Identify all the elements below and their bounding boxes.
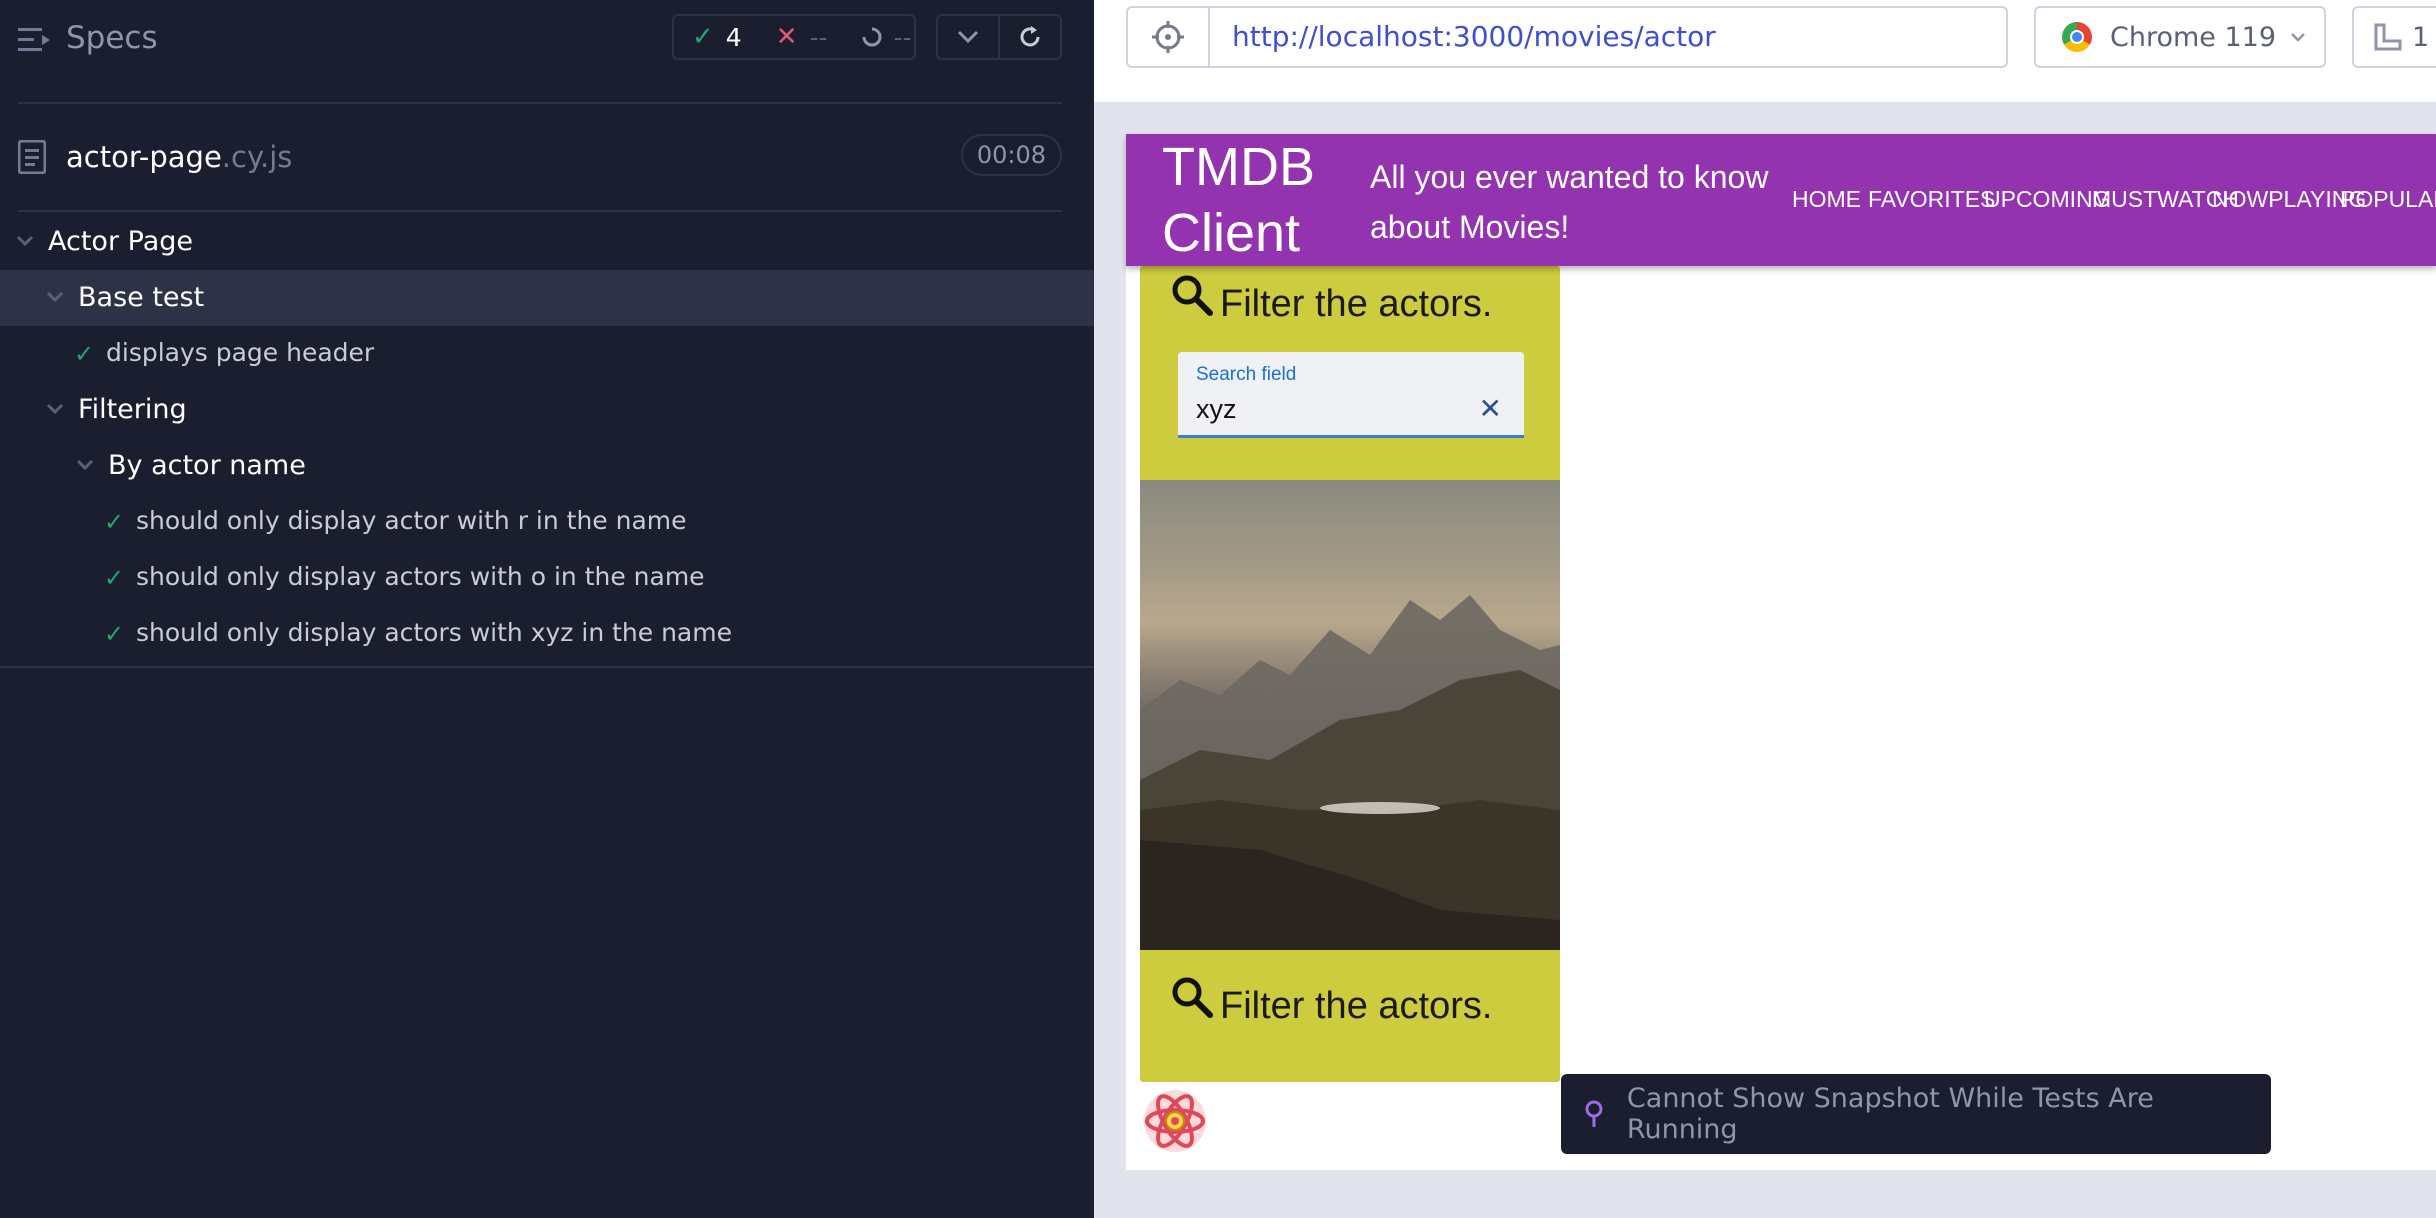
passed-count: 4: [725, 22, 742, 52]
chevron-down-icon: [76, 459, 94, 471]
x-icon: ✕: [775, 22, 798, 52]
selector-playground-button[interactable]: [1126, 6, 1208, 68]
search-icon: [1172, 977, 1213, 1018]
chevron-down-icon: [16, 235, 34, 247]
chevron-down-icon: [46, 403, 64, 415]
app-tagline: All you ever wanted to know about Movies…: [1370, 159, 1769, 245]
browser-label: Chrome 119: [2110, 21, 2277, 53]
app-frame: TMDB Client All you ever wanted to know …: [1126, 134, 2436, 1170]
check-icon: ✓: [104, 564, 125, 592]
failed-stat: ✕ --: [776, 22, 828, 52]
filter-header-2: Filter the actors.: [1170, 976, 1492, 1036]
check-icon: ✓: [104, 508, 125, 536]
test-row[interactable]: ✓ should only display actors with o in t…: [0, 550, 1094, 606]
specs-list-icon[interactable]: [18, 26, 52, 54]
divider: [18, 210, 1062, 212]
pending-count: --: [893, 22, 912, 52]
chevron-down-icon: [957, 30, 979, 44]
divider: [0, 666, 1094, 668]
refresh-icon: [1020, 26, 1040, 47]
tree-label: Base test: [78, 282, 205, 313]
search-input[interactable]: [1196, 392, 1466, 426]
check-icon: ✓: [692, 22, 714, 52]
nav-favorites[interactable]: FAVORITES: [1868, 186, 1995, 213]
runner-controls: [936, 14, 1062, 60]
test-row[interactable]: ✓ should only display actor with r in th…: [0, 494, 1094, 550]
filter-title-2: Filter the actors.: [1220, 984, 1493, 1027]
reporter-panel: Specs ✓ 4 ✕ -- -- actor-page.cy.js 00:08…: [0, 0, 1094, 1218]
rerun-button[interactable]: [1000, 16, 1060, 58]
url-bar[interactable]: http://localhost:3000/movies/actor: [1208, 6, 2008, 68]
divider: [18, 102, 1062, 104]
passed-stat: ✓ 4: [692, 22, 742, 52]
ruler-icon: [2374, 23, 2402, 51]
tree-label: should only display actors with xyz in t…: [136, 618, 732, 647]
pending-stat: --: [862, 23, 912, 52]
spec-file-row[interactable]: actor-page.cy.js 00:08: [18, 132, 1062, 182]
tree-label: should only display actor with r in the …: [136, 506, 687, 535]
react-query-devtools-icon[interactable]: [1142, 1088, 1208, 1154]
filter-card: Filter the actors. Search field ✕: [1140, 266, 1560, 1082]
viewport-info[interactable]: 1: [2352, 6, 2436, 68]
spec-file-name: actor-page.cy.js: [66, 140, 292, 174]
suite-by-actor-name[interactable]: By actor name: [0, 438, 1094, 494]
spec-file-basename: actor-page: [66, 140, 222, 174]
nav-popular[interactable]: POPULAR: [2340, 186, 2436, 213]
test-stats: ✓ 4 ✕ -- --: [672, 14, 916, 60]
test-row[interactable]: ✓ should only display actors with xyz in…: [0, 606, 1094, 662]
check-icon: ✓: [74, 340, 95, 368]
tree-label: Actor Page: [48, 226, 193, 257]
tree-label: displays page header: [106, 338, 375, 367]
search-label: Search field: [1196, 364, 1297, 385]
pending-icon: [862, 27, 882, 47]
filter-title: Filter the actors.: [1220, 282, 1493, 325]
reporter-header: Specs ✓ 4 ✕ -- --: [0, 0, 1094, 80]
specs-title[interactable]: Specs: [66, 20, 158, 56]
aut-panel: http://localhost:3000/movies/actor Chrom…: [1094, 0, 2436, 1218]
browser-selector[interactable]: Chrome 119: [2034, 6, 2326, 68]
search-icon: [1172, 275, 1213, 316]
tree-label: Filtering: [78, 394, 187, 425]
failed-count: --: [809, 22, 828, 52]
tree-label: should only display actors with o in the…: [136, 562, 705, 591]
tree-label: By actor name: [108, 450, 306, 481]
duration-badge: 00:08: [960, 134, 1062, 176]
app-brand: TMDB Client: [1162, 137, 1315, 263]
filter-header: Filter the actors.: [1170, 274, 1492, 334]
mountain-landscape-image: [1140, 595, 1560, 950]
suite-filtering[interactable]: Filtering: [0, 382, 1094, 438]
clear-icon[interactable]: ✕: [1479, 392, 1502, 425]
nav-home[interactable]: HOME: [1792, 186, 1861, 213]
check-icon: ✓: [104, 620, 125, 648]
suite-actor-page[interactable]: Actor Page: [0, 214, 1094, 270]
snapshot-toast: Cannot Show Snapshot While Tests Are Run…: [1561, 1074, 2271, 1154]
chevron-down-icon: [2291, 33, 2305, 42]
crosshair-icon: [1152, 21, 1184, 53]
pin-icon: [1585, 1100, 1603, 1127]
aut-toolbar: http://localhost:3000/movies/actor Chrom…: [1094, 0, 2436, 102]
search-field[interactable]: Search field ✕: [1178, 352, 1524, 438]
test-row[interactable]: ✓ displays page header: [0, 326, 1094, 382]
chevron-down-icon: [46, 291, 64, 303]
app-header: TMDB Client All you ever wanted to know …: [1126, 134, 2436, 266]
chrome-icon: [2062, 22, 2092, 52]
spec-file-ext: .cy.js: [221, 140, 293, 174]
collapse-button[interactable]: [938, 16, 1000, 58]
viewport-label: 1: [2412, 21, 2430, 53]
toast-message: Cannot Show Snapshot While Tests Are Run…: [1626, 1083, 2154, 1145]
suite-base-test[interactable]: Base test: [0, 270, 1094, 326]
filter-card-image: [1140, 480, 1560, 950]
document-icon: [18, 140, 46, 174]
